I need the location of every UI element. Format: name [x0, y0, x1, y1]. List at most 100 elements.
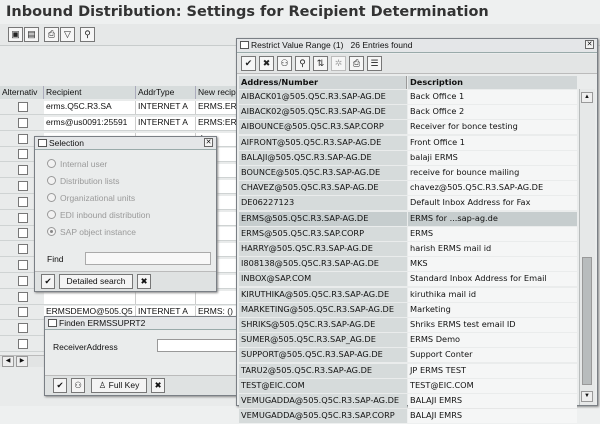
binoculars-icon[interactable]: ⚇ — [71, 378, 85, 393]
list-item[interactable]: AIBACK01@505.Q5C.R3.SAP-AG.DE Back Office… — [237, 90, 577, 105]
description-cell[interactable]: Shriks ERMS test email ID — [408, 318, 577, 332]
checkmark-icon[interactable]: ✔ — [41, 274, 55, 289]
detailed-search-button[interactable]: Detailed search — [59, 274, 133, 289]
description-cell[interactable]: Back Office 1 — [408, 90, 577, 104]
list-item[interactable]: VEMUGADDA@505.Q5C.R3.SAP.CORP BALAJI EMRS — [237, 409, 577, 424]
scroll-up-icon[interactable]: ▲ — [581, 92, 593, 103]
col-header-addrtype[interactable]: AddrType — [136, 86, 196, 99]
col-header-description[interactable]: Description — [408, 76, 577, 89]
list-item[interactable]: DE06227123 Default Inbox Address for Fax — [237, 196, 577, 211]
cancel-icon[interactable]: ✖ — [259, 56, 274, 71]
description-cell[interactable]: receive for bounce mailing — [408, 166, 577, 180]
description-cell[interactable]: BALAJI EMRS — [408, 409, 577, 424]
list-item[interactable]: VEMUGADDA@505.Q5C.R3.SAP-AG.DE BALAJI EMR… — [237, 394, 577, 409]
address-cell[interactable]: VEMUGADDA@505.Q5C.R3.SAP.CORP — [239, 409, 407, 424]
new-recipient-cell[interactable]: ERMS.ER — [196, 101, 240, 114]
find-next-icon[interactable]: ⚲ — [295, 56, 310, 71]
description-cell[interactable]: Default Inbox Address for Fax — [408, 196, 577, 211]
address-cell[interactable]: ERMS@505.Q5C.R3.SAP.CORP — [239, 226, 407, 241]
close-icon[interactable]: ✕ — [204, 138, 213, 147]
col-header-recipient[interactable]: Recipient — [44, 86, 136, 99]
scroll-right-icon[interactable]: ▶ — [16, 356, 28, 367]
list-item[interactable]: CHAVEZ@505.Q5C.R3.SAP-AG.DE chavez@505.Q5… — [237, 181, 577, 196]
find-icon[interactable]: ⚲ — [80, 27, 95, 42]
filter-icon[interactable]: ▽ — [60, 27, 75, 42]
description-cell[interactable]: ERMS Demo — [408, 333, 577, 348]
list-item[interactable]: SUMER@505.Q5C.R3.SAP_AG.DE ERMS Demo — [237, 333, 577, 348]
row-checkbox[interactable] — [18, 228, 28, 239]
radio-icon[interactable] — [47, 210, 56, 219]
recipient-cell[interactable]: erms@us0091:25591 — [44, 116, 136, 130]
cancel-icon[interactable]: ✖ — [151, 378, 165, 393]
list-item[interactable]: BALAJI@505.Q5C.R3.SAP-AG.DE balaji ERMS — [237, 150, 577, 166]
new-recipient-cell[interactable]: ERMS:ER — [196, 116, 240, 130]
address-cell[interactable]: ERMS@505.Q5C.R3.SAP-AG.DE — [239, 211, 407, 226]
row-checkbox[interactable] — [18, 323, 28, 334]
address-cell[interactable]: DE06227123 — [239, 196, 407, 211]
row-checkbox[interactable] — [18, 307, 28, 318]
address-cell[interactable]: MARKETING@505.Q5C.R3.SAP-AG.DE — [239, 302, 407, 317]
table-row[interactable]: erms@us0091:25591 INTERNET A ERMS:ER — [0, 116, 240, 131]
scroll-thumb[interactable] — [582, 257, 592, 385]
description-cell[interactable]: harish ERMS mail id — [408, 242, 577, 256]
recipient-cell[interactable] — [44, 290, 136, 304]
address-cell[interactable]: CHAVEZ@505.Q5C.R3.SAP-AG.DE — [239, 181, 407, 196]
address-cell[interactable]: AIFRONT@505.Q5C.R3.SAP-AG.DE — [239, 135, 407, 150]
list-item[interactable]: I808138@505.Q5C.R3.SAP-AG.DE MKS — [237, 257, 577, 272]
row-checkbox[interactable] — [18, 102, 28, 112]
list-item[interactable]: SUPPORT@505.Q5C.R3.SAP-AG.DE Support Cont… — [237, 348, 577, 363]
list-item[interactable]: AIFRONT@505.Q5C.R3.SAP-AG.DE Front Office… — [237, 135, 577, 151]
recipient-cell[interactable]: erms.Q5C.R3.SA — [44, 101, 136, 114]
local-file-icon[interactable]: ▤ — [24, 27, 39, 42]
sort-icon[interactable]: ⇅ — [313, 56, 328, 71]
description-cell[interactable]: Support Conter — [408, 348, 577, 363]
address-cell[interactable]: I808138@505.Q5C.R3.SAP-AG.DE — [239, 257, 407, 272]
address-cell[interactable]: BOUNCE@505.Q5C.R3.SAP-AG.DE — [239, 166, 407, 180]
col-header-alternativ[interactable]: Alternativ — [0, 86, 44, 99]
description-cell[interactable]: ERMS — [408, 226, 577, 241]
addrtype-cell[interactable] — [136, 290, 196, 304]
row-checkbox[interactable] — [18, 275, 28, 286]
radio-distribution-lists[interactable]: Distribution lists — [47, 176, 120, 186]
description-cell[interactable]: balaji ERMS — [408, 150, 577, 165]
description-cell[interactable]: Receiver for bonce testing — [408, 120, 577, 135]
address-cell[interactable]: TARU2@505.Q5C.R3.SAP-AG.DE — [239, 363, 407, 378]
find-input[interactable] — [85, 252, 211, 265]
radio-internal-user[interactable]: Internal user — [47, 159, 107, 169]
table-row[interactable]: erms.Q5C.R3.SA INTERNET A ERMS.ER — [0, 100, 240, 115]
row-checkbox[interactable] — [18, 260, 28, 270]
cancel-icon[interactable]: ✖ — [137, 274, 151, 289]
row-checkbox[interactable] — [18, 117, 28, 128]
address-cell[interactable]: BALAJI@505.Q5C.R3.SAP-AG.DE — [239, 150, 407, 165]
radio-icon[interactable] — [47, 176, 56, 185]
radio-icon[interactable] — [47, 193, 56, 202]
row-checkbox[interactable] — [18, 244, 28, 255]
description-cell[interactable]: ERMS for ...sap-ag.de — [408, 211, 577, 226]
addrtype-cell[interactable]: INTERNET A — [136, 101, 196, 114]
description-cell[interactable]: MKS — [408, 257, 577, 272]
radio-sap-object-instance[interactable]: SAP object instance — [47, 227, 136, 237]
list-item[interactable]: BOUNCE@505.Q5C.R3.SAP-AG.DE receive for b… — [237, 166, 577, 181]
description-cell[interactable]: Front Office 1 — [408, 135, 577, 150]
address-cell[interactable]: KIRUTHIKA@505.Q5C.R3.SAP-AG.DE — [239, 287, 407, 302]
list-item[interactable]: TEST@EIC.COM TEST@EIC.COM — [237, 378, 577, 394]
checkmark-icon[interactable]: ✔ — [53, 378, 67, 393]
print-icon[interactable]: ⎙ — [349, 56, 364, 71]
radio-selected-icon[interactable] — [47, 227, 56, 236]
description-cell[interactable]: Marketing — [408, 302, 577, 317]
address-cell[interactable]: AIBACK02@505.Q5C.R3.SAP-AG.DE — [239, 105, 407, 120]
row-checkbox[interactable] — [18, 212, 28, 223]
description-cell[interactable]: JP ERMS TEST — [408, 363, 577, 378]
description-cell[interactable]: Standard Inbox Address for Email — [408, 272, 577, 287]
address-cell[interactable]: HARRY@505.Q5C.R3.SAP-AG.DE — [239, 242, 407, 256]
col-header-address-number[interactable]: Address/Number — [239, 76, 407, 89]
row-checkbox[interactable] — [18, 339, 28, 349]
radio-organizational-units[interactable]: Organizational units — [47, 193, 135, 203]
list-item[interactable]: ERMS@505.Q5C.R3.SAP-AG.DE ERMS for ...sap… — [237, 211, 577, 227]
address-cell[interactable]: AIBOUNCE@505.Q5C.R3.SAP.CORP — [239, 120, 407, 135]
list-item[interactable]: AIBOUNCE@505.Q5C.R3.SAP.CORP Receiver for… — [237, 120, 577, 135]
close-icon[interactable]: ✕ — [585, 40, 594, 49]
col-header-new-recipient[interactable]: New recip — [196, 86, 240, 99]
scroll-down-icon[interactable]: ▼ — [581, 391, 593, 402]
description-cell[interactable]: chavez@505.Q5C.R3.SAP-AG.DE — [408, 181, 577, 196]
